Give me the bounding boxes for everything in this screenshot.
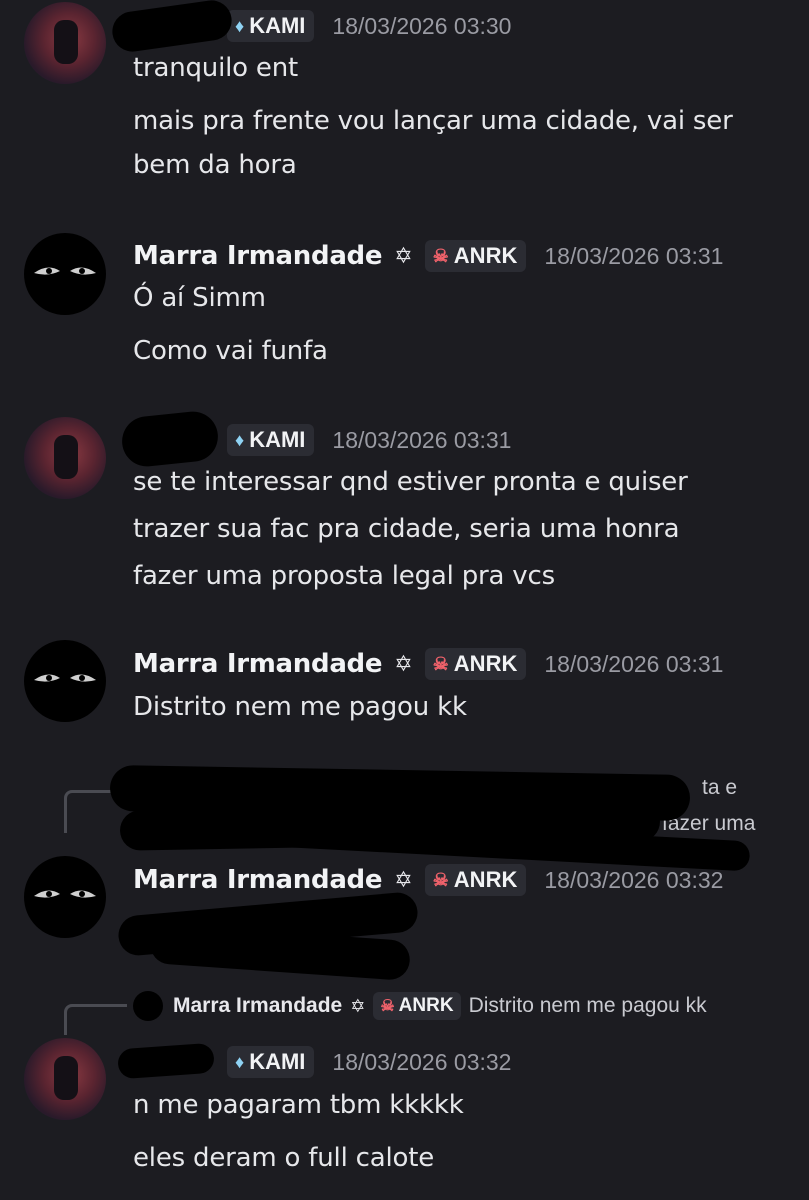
avatar[interactable]	[24, 856, 106, 938]
message-line: Distrito nem me pagou kk	[133, 692, 467, 722]
avatar[interactable]	[24, 640, 106, 722]
role-tag[interactable]: ♦ KAMI	[227, 1046, 315, 1078]
username[interactable]: Marra Irmandade	[133, 865, 383, 895]
reply-fragment: ta e	[702, 776, 738, 799]
tag-label: ANRK	[453, 867, 518, 892]
eyes-image	[34, 674, 96, 682]
timestamp[interactable]: 18/03/2026 03:30	[332, 13, 511, 40]
message-line: bem da hora	[133, 150, 297, 180]
message-line: fazer uma proposta legal pra vcs	[133, 561, 555, 591]
avatar[interactable]	[24, 233, 106, 315]
username[interactable]: Marra Irmandade	[133, 241, 383, 271]
message-line: Ó aí Simm	[133, 283, 266, 313]
tag-label: ANRK	[453, 651, 518, 676]
message-line: trazer sua fac pra cidade, seria uma hon…	[133, 514, 680, 544]
star-of-david-icon: ✡	[394, 867, 413, 893]
message-header: Marra Irmandade ✡ ☠ ANRK 18/03/2026 03:3…	[133, 860, 723, 900]
timestamp[interactable]: 18/03/2026 03:31	[332, 427, 511, 454]
gem-icon: ♦	[235, 1051, 245, 1072]
message-line: eles deram o full calote	[133, 1143, 435, 1173]
skull-icon: ☠	[432, 653, 449, 674]
message-header: Marra Irmandade ✡ ☠ ANRK 18/03/2026 03:3…	[133, 236, 723, 276]
message-header: Marra Irmandade ✡ ☠ ANRK 18/03/2026 03:3…	[133, 644, 723, 684]
tag-label: ANRK	[453, 243, 518, 268]
avatar[interactable]	[24, 2, 106, 84]
message-line: Como vai funfa	[133, 336, 328, 366]
timestamp[interactable]: 18/03/2026 03:31	[544, 651, 723, 678]
avatar[interactable]	[24, 417, 106, 499]
skull-icon: ☠	[432, 869, 449, 890]
timestamp[interactable]: 18/03/2026 03:32	[544, 867, 723, 894]
message-line: n me pagaram tbm kkkkk	[133, 1090, 464, 1120]
message-line: tranquilo ent	[133, 53, 298, 83]
role-tag[interactable]: ☠ ANRK	[424, 648, 527, 680]
star-of-david-icon: ✡	[394, 651, 413, 677]
role-tag[interactable]: ♦ KAMI	[227, 10, 315, 42]
redaction-mark	[109, 0, 235, 55]
role-tag[interactable]: ♦ KAMI	[227, 424, 315, 456]
timestamp[interactable]: 18/03/2026 03:31	[544, 243, 723, 270]
tag-label: KAMI	[249, 1049, 306, 1074]
reply-text: Distrito nem me pagou kk	[468, 994, 707, 1017]
reply-author: Marra Irmandade	[173, 994, 343, 1017]
message-line: mais pra frente vou lançar uma cidade, v…	[133, 106, 733, 136]
reply-connector	[64, 1004, 127, 1035]
gem-icon: ♦	[235, 429, 245, 450]
eyes-image	[34, 267, 96, 275]
star-of-david-icon: ✡	[350, 995, 366, 1017]
star-of-david-icon: ✡	[394, 243, 413, 269]
tag-label: ANRK	[398, 995, 454, 1016]
tag-label: KAMI	[249, 427, 306, 452]
gem-icon: ♦	[235, 15, 245, 36]
tag-label: KAMI	[249, 13, 306, 38]
reply-role-tag: ☠ ANRK	[373, 992, 461, 1020]
skull-icon: ☠	[380, 998, 395, 1015]
role-tag[interactable]: ☠ ANRK	[424, 864, 527, 896]
reply-avatar	[133, 991, 163, 1021]
timestamp[interactable]: 18/03/2026 03:32	[332, 1049, 511, 1076]
role-tag[interactable]: ☠ ANRK	[424, 240, 527, 272]
username[interactable]: Marra Irmandade	[133, 649, 383, 679]
eyes-image	[34, 890, 96, 898]
skull-icon: ☠	[432, 245, 449, 266]
reply-preview[interactable]: Marra Irmandade ✡ ☠ ANRK Distrito nem me…	[133, 988, 707, 1024]
message-line: se te interessar qnd estiver pronta e qu…	[133, 467, 688, 497]
avatar[interactable]	[24, 1038, 106, 1120]
